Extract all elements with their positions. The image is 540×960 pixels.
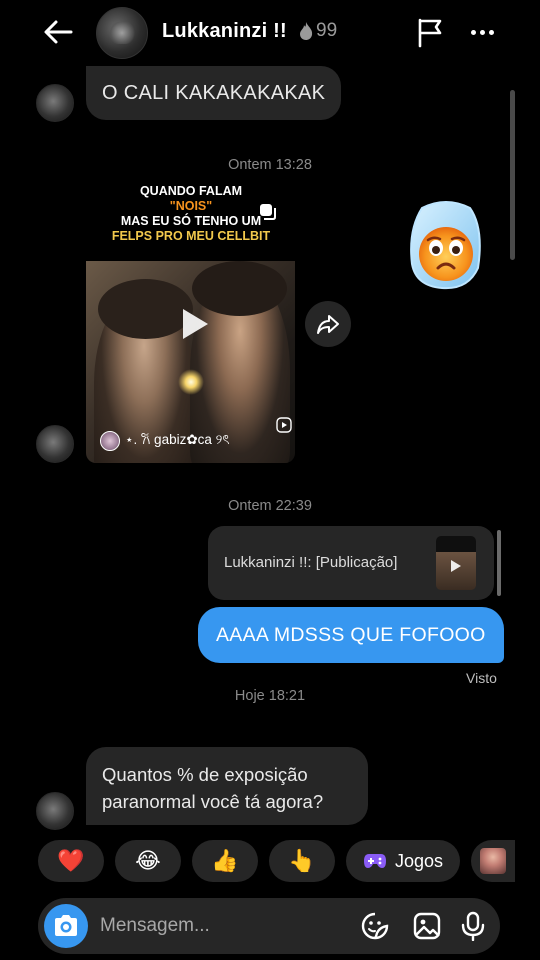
message-input[interactable] [100, 913, 350, 939]
microphone-icon[interactable] [458, 911, 488, 941]
scrollbar[interactable] [510, 90, 515, 260]
crying-face-sticker[interactable] [408, 198, 484, 294]
quick-reply-point-up[interactable]: 👆 [269, 840, 335, 882]
reply-preview-text: Lukkaninzi !!: [Publicação] [224, 554, 398, 571]
heart-icon: ❤️ [57, 848, 85, 873]
sender-avatar[interactable] [36, 792, 74, 830]
quick-reply-laugh[interactable]: 😂 [115, 840, 181, 882]
message-bubble-incoming[interactable]: Quantos % de exposição paranormal você t… [86, 747, 368, 825]
sender-avatar[interactable] [36, 84, 74, 122]
caption-line: FELPS PRO MEU CELLBIT [111, 229, 271, 243]
shared-post-media[interactable]: ⋆. 𐙚 gabiz✿ca ୨ৎ [86, 261, 295, 463]
message-text: O CALI KAKAKAKAKAK [102, 81, 326, 104]
chat-header: Lukkaninzi !! 99 [0, 0, 540, 66]
fire-icon [300, 22, 313, 40]
sparkler-light [178, 369, 204, 395]
camera-icon [55, 915, 77, 936]
post-author[interactable]: ⋆. 𐙚 gabiz✿ca ୨ৎ [100, 429, 230, 452]
dot-icon [479, 29, 485, 35]
streak-count: 99 [316, 20, 338, 41]
laughing-face-icon: 😂 [135, 848, 161, 873]
thumbs-up-icon: 👍 [211, 848, 239, 873]
caption-line: QUANDO FALAM [139, 184, 243, 198]
multiple-images-icon [260, 204, 276, 220]
games-label: Jogos [394, 850, 444, 871]
post-author-avatar [100, 430, 120, 451]
streak-badge: 99 [298, 20, 337, 42]
play-icon [451, 560, 461, 572]
share-button[interactable] [305, 301, 351, 347]
contact-avatar[interactable] [96, 7, 148, 59]
contact-name[interactable]: Lukkaninzi !! [162, 20, 287, 43]
quick-reply-thumbs-up[interactable]: 👍 [192, 840, 258, 882]
message-bubble-incoming[interactable]: O CALI KAKAKAKAKAK [86, 66, 342, 120]
post-image-detail [98, 279, 193, 339]
share-arrow-icon [317, 315, 339, 334]
quick-reply-heart[interactable]: ❤️ [38, 840, 104, 882]
dot-icon [470, 29, 476, 35]
message-text: Quantos % de exposição paranormal você t… [102, 764, 324, 812]
dot-icon [488, 29, 494, 35]
sticker-icon[interactable] [360, 911, 390, 941]
sender-avatar[interactable] [36, 425, 74, 463]
report-button[interactable] [414, 16, 446, 48]
more-options-button[interactable] [466, 18, 498, 46]
pointing-up-icon: 👆 [288, 848, 316, 873]
quick-reply-sticker[interactable] [471, 840, 515, 882]
gamepad-icon [363, 854, 386, 868]
back-button[interactable] [40, 14, 76, 50]
message-composer [38, 898, 500, 954]
camera-button[interactable] [44, 904, 88, 948]
post-author-name: ⋆. 𐙚 gabiz✿ca ୨ৎ [125, 432, 230, 447]
timestamp: Hoje 18:21 [234, 688, 306, 704]
reply-preview[interactable]: Lukkaninzi !!: [Publicação] [208, 526, 494, 600]
play-icon[interactable] [180, 307, 210, 341]
reply-indicator-bar [497, 530, 501, 596]
gallery-icon[interactable] [412, 911, 442, 941]
reply-preview-thumbnail [436, 536, 476, 590]
games-button[interactable]: Jogos [346, 840, 460, 882]
message-text: AAAA MDSSS QUE FOFOOO [216, 623, 486, 646]
flag-icon [418, 18, 442, 48]
reel-icon [276, 417, 292, 433]
message-bubble-outgoing[interactable]: AAAA MDSSS QUE FOFOOO [198, 607, 504, 663]
timestamp: Ontem 22:39 [228, 498, 312, 514]
seen-status: Visto [466, 670, 497, 686]
arrow-left-icon [44, 20, 73, 44]
timestamp: Ontem 13:28 [228, 157, 312, 173]
sticker-thumbnail [480, 848, 506, 874]
